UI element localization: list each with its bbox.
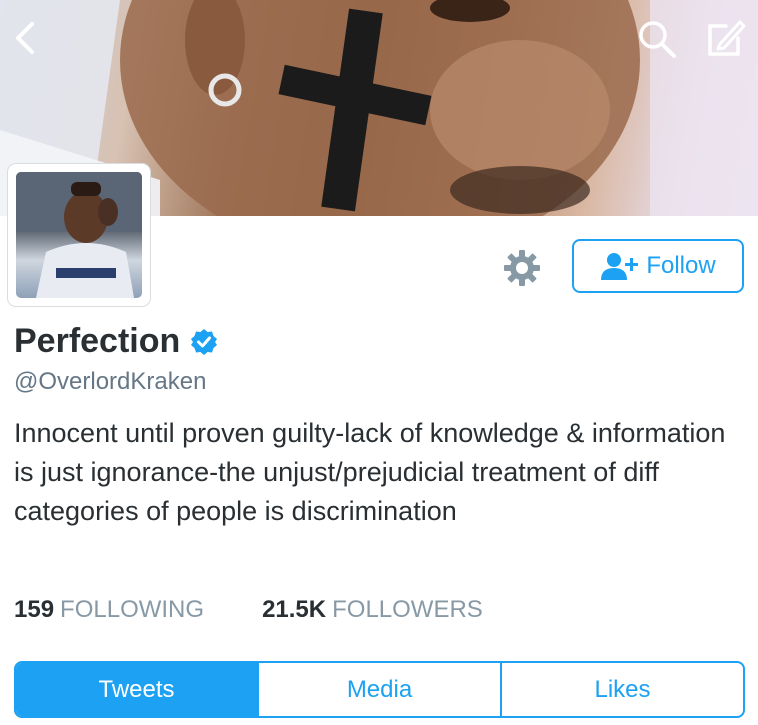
profile-handle: @OverlordKraken [14, 368, 207, 395]
following-stat[interactable]: 159 FOLLOWING [14, 596, 204, 624]
verified-badge-icon [191, 328, 218, 355]
profile-stats: 159 FOLLOWING 21.5K FOLLOWERS [14, 596, 483, 624]
avatar-photo [16, 172, 142, 298]
compose-icon [708, 20, 746, 56]
following-count: 159 [14, 596, 55, 623]
follow-button[interactable]: Follow [572, 239, 744, 293]
profile-bio: Innocent until proven guilty-lack of kno… [14, 418, 726, 526]
tab-likes[interactable]: Likes [500, 663, 743, 716]
profile-name: Perfection [14, 322, 181, 360]
tab-tweets[interactable]: Tweets [16, 663, 257, 716]
followers-stat[interactable]: 21.5K FOLLOWERS [262, 596, 483, 624]
gear-icon [504, 250, 540, 286]
avatar-image [16, 172, 142, 298]
follow-label: Follow [646, 252, 716, 279]
following-label: FOLLOWING [60, 596, 205, 623]
profile-avatar[interactable] [8, 164, 150, 306]
profile-tabs: Tweets Media Likes [14, 661, 745, 718]
search-icon [639, 21, 676, 58]
profile-name-row: Perfection [14, 322, 218, 361]
add-user-icon [601, 253, 639, 280]
settings-button[interactable] [502, 248, 542, 288]
followers-label: FOLLOWERS [332, 596, 483, 623]
tab-media[interactable]: Media [257, 663, 500, 716]
followers-count: 21.5K [262, 596, 327, 623]
back-arrow-icon [16, 22, 34, 54]
